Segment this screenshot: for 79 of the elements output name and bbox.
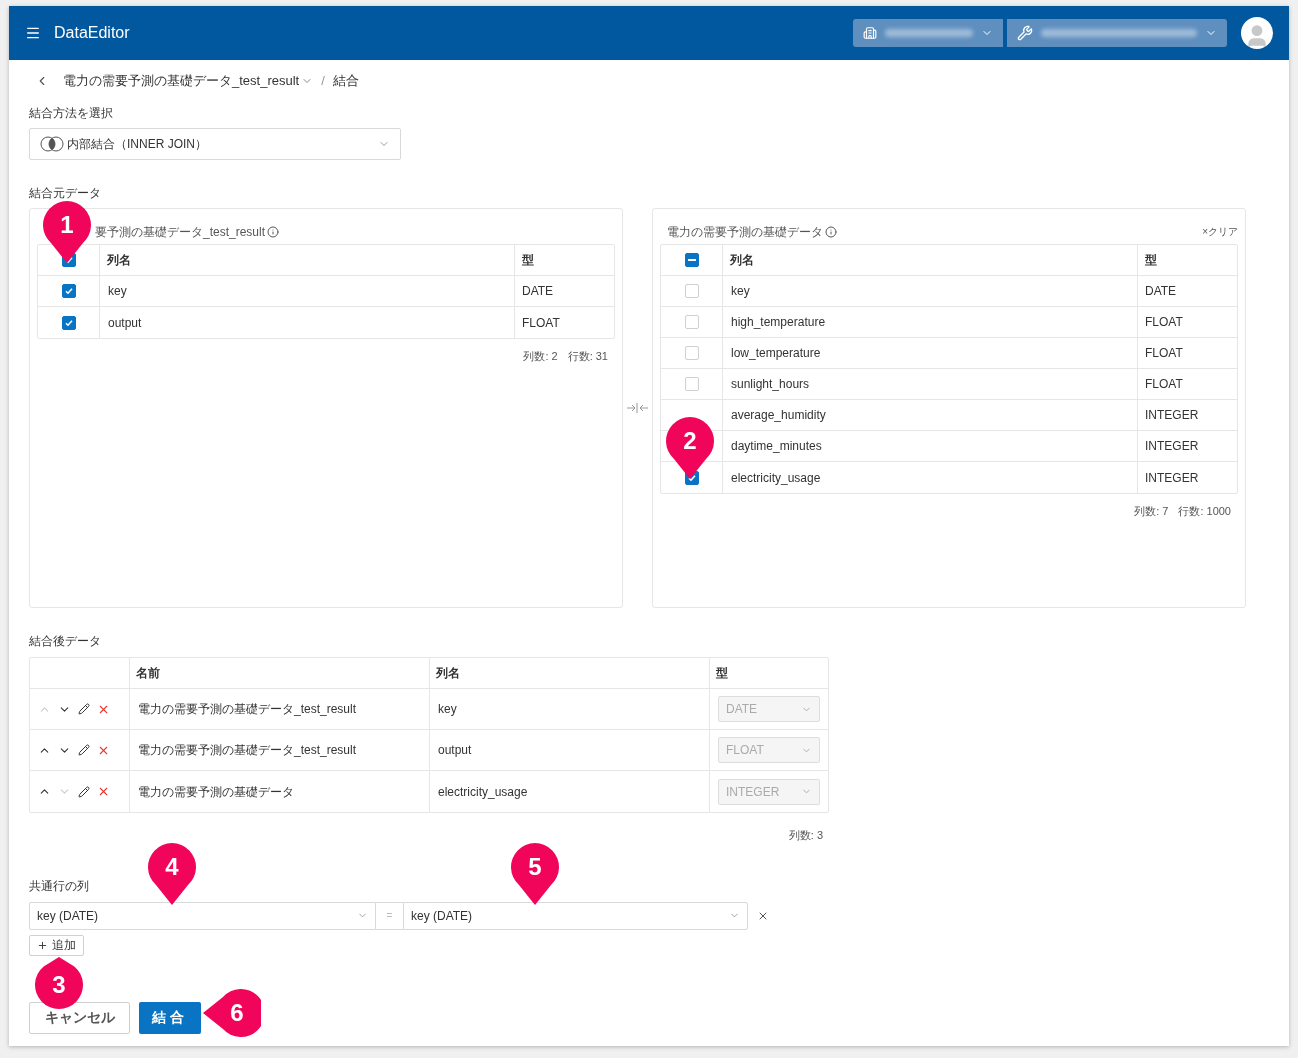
table-cell: 電力の需要予測の基礎データ_test_result bbox=[130, 730, 430, 770]
column-header: 列名 bbox=[729, 252, 755, 269]
column-header: 型 bbox=[1137, 245, 1237, 275]
merge-icon bbox=[627, 403, 648, 413]
callout-pin: 6 bbox=[203, 989, 261, 1037]
minus-icon bbox=[687, 259, 696, 261]
column-header: 型 bbox=[514, 245, 614, 275]
equals-sign: = bbox=[376, 901, 403, 930]
count-text: 列数: 3 bbox=[788, 828, 823, 843]
venn-icon bbox=[40, 136, 64, 152]
table-cell: FLOAT bbox=[514, 307, 614, 338]
column-header: 列名 bbox=[106, 252, 132, 269]
table-cell: DATE bbox=[514, 276, 614, 306]
table-cell: 電力の需要予測の基礎データ bbox=[130, 771, 430, 812]
section-label: 共通行の列 bbox=[29, 877, 90, 895]
callout-pin: 4 bbox=[148, 843, 196, 905]
count-text: 行数: 1000 bbox=[1178, 504, 1231, 519]
info-icon bbox=[825, 225, 837, 238]
table-cell: INTEGER bbox=[1137, 431, 1237, 461]
table-cell: electricity_usage bbox=[430, 771, 710, 812]
dataset-breadcrumb[interactable]: 電力の需要予測の基礎データ_test_result bbox=[63, 71, 314, 91]
edit-icon[interactable] bbox=[78, 703, 90, 715]
edit-icon[interactable] bbox=[78, 744, 90, 756]
table-cell: output bbox=[430, 730, 710, 770]
table-cell: FLOAT bbox=[1137, 307, 1237, 337]
table-cell-text: key bbox=[730, 283, 751, 300]
checkbox[interactable] bbox=[684, 253, 699, 267]
callout-pin: 2 bbox=[666, 417, 714, 479]
table-cell-text: output bbox=[107, 314, 143, 332]
check-icon bbox=[63, 317, 74, 328]
section-label: 結合元データ bbox=[29, 185, 102, 202]
table-cell: INTEGER bbox=[1137, 400, 1237, 430]
left-key-select[interactable]: key (DATE) bbox=[29, 901, 376, 930]
add-button[interactable]: 追加 bbox=[29, 934, 84, 956]
callout-pin: 5 bbox=[511, 843, 559, 905]
app-title: DataEditor bbox=[54, 23, 130, 43]
count-text: 列数: 2 bbox=[523, 349, 558, 364]
clear-button[interactable]: ×クリア bbox=[1202, 224, 1238, 239]
check-icon bbox=[686, 472, 697, 483]
table-cell: 電力の需要予測の基礎データ_test_result bbox=[130, 689, 430, 729]
plus-icon bbox=[37, 939, 48, 951]
join-button[interactable]: 結合 bbox=[139, 1001, 201, 1034]
avatar[interactable] bbox=[1241, 17, 1273, 49]
count-text: 行数: 31 bbox=[567, 349, 608, 364]
delete-icon[interactable] bbox=[97, 785, 110, 798]
check-icon bbox=[63, 286, 74, 296]
table-title: 要予測の基礎データ_test_result bbox=[95, 223, 266, 241]
column-header: 列名 bbox=[430, 658, 710, 688]
table-cell-text: sunlight_hours bbox=[730, 376, 811, 393]
section-label: 結合方法を選択 bbox=[29, 105, 114, 122]
table-cell-text: high_temperature bbox=[730, 314, 827, 331]
breadcrumb-separator: / bbox=[321, 72, 325, 91]
callout-pin: 1 bbox=[43, 201, 91, 263]
checkbox[interactable] bbox=[61, 284, 76, 298]
table-cell: FLOAT bbox=[1137, 369, 1237, 399]
menu-icon[interactable] bbox=[25, 25, 41, 41]
section-label: 結合後データ bbox=[29, 633, 102, 650]
right-key-select[interactable]: key (DATE) bbox=[403, 901, 748, 930]
edit-icon[interactable] bbox=[78, 785, 90, 798]
table-cell: key bbox=[430, 689, 710, 729]
checkbox[interactable] bbox=[61, 315, 76, 330]
table-cell-text: low_temperature bbox=[730, 345, 822, 362]
callout-pin: 3 bbox=[35, 957, 83, 1009]
column-header: 型 bbox=[715, 665, 729, 682]
table-cell-text: electricity_usage bbox=[730, 469, 822, 487]
table-cell: DATE bbox=[1137, 276, 1237, 306]
table-cell: FLOAT bbox=[1137, 338, 1237, 368]
count-text: 列数: 7 bbox=[1134, 504, 1169, 519]
column-header: 名前 bbox=[130, 658, 430, 688]
table-cell-text: key bbox=[107, 283, 128, 300]
table-title: 電力の需要予測の基礎データ bbox=[667, 223, 823, 241]
wrench-icon bbox=[1017, 25, 1033, 41]
building-icon bbox=[863, 26, 877, 40]
table-cell-text: daytime_minutes bbox=[730, 438, 823, 455]
info-icon bbox=[267, 225, 280, 238]
breadcrumb-current: 結合 bbox=[332, 72, 359, 91]
table-cell-text: average_humidity bbox=[730, 407, 827, 424]
table-cell: INTEGER bbox=[1137, 462, 1237, 493]
join-method-select[interactable]: 内部結合（INNER JOIN） bbox=[29, 128, 401, 160]
